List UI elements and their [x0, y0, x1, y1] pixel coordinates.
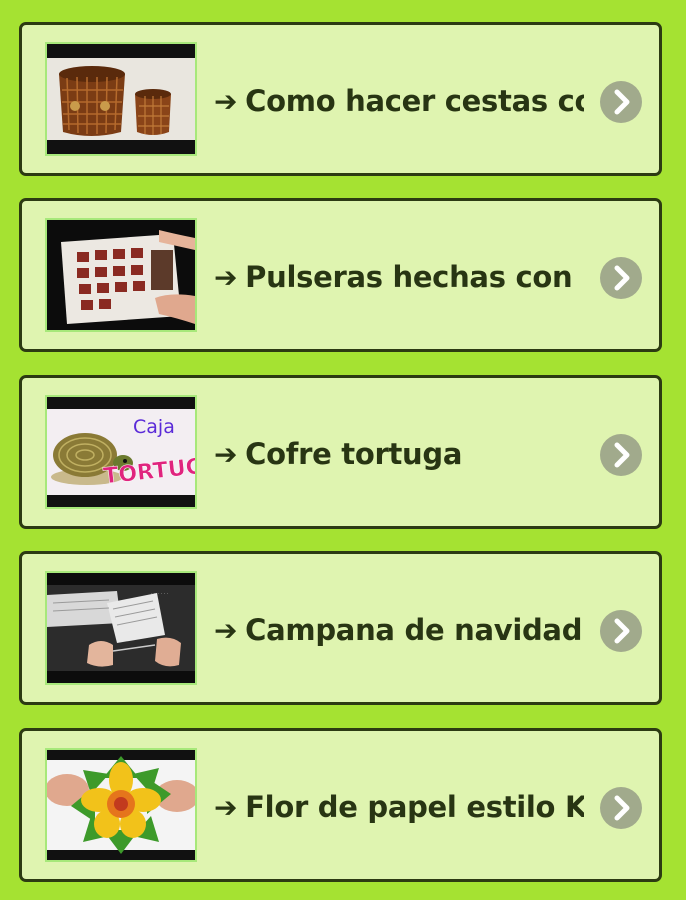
item-title-text: Pulseras hechas con r... [245, 260, 584, 294]
chevron-right-icon[interactable] [600, 610, 642, 652]
arrow-right-icon: ➔ [214, 84, 238, 118]
video-list: ➔ Como hacer cestas co... [0, 0, 686, 900]
item-title[interactable]: ➔ Campana de navidad [214, 604, 584, 656]
arrow-right-icon: ➔ [214, 613, 238, 647]
paper-flower-thumbnail [45, 748, 197, 862]
chevron-right-icon[interactable] [600, 787, 642, 829]
item-title[interactable]: ➔ Como hacer cestas co... [214, 75, 584, 127]
turtle-box-thumbnail: Caja TORTUGA [45, 395, 197, 509]
arrow-right-icon: ➔ [214, 437, 238, 471]
list-item[interactable]: Caja TORTUGA ➔ Cofre tortuga [19, 375, 662, 529]
svg-text:· · · · · ·: · · · · · · [151, 591, 169, 597]
list-item[interactable]: · · · · · · ➔ Campana de navidad [19, 551, 662, 705]
list-item[interactable]: ➔ Pulseras hechas con r... [19, 198, 662, 352]
list-item[interactable]: ➔ Flor de papel estilo Ku... [19, 728, 662, 882]
item-title[interactable]: ➔ Cofre tortuga [214, 428, 584, 480]
chevron-right-icon[interactable] [600, 81, 642, 123]
item-title-text: Campana de navidad [245, 613, 583, 647]
item-title-text: Cofre tortuga [245, 437, 463, 471]
wicker-baskets-thumbnail [45, 42, 197, 156]
item-title-text: Como hacer cestas co... [245, 84, 584, 118]
list-item[interactable]: ➔ Como hacer cestas co... [19, 22, 662, 176]
thumb-caption-caja: Caja [133, 416, 175, 438]
item-title-text: Flor de papel estilo Ku... [245, 790, 584, 824]
chevron-right-icon[interactable] [600, 434, 642, 476]
item-title[interactable]: ➔ Flor de papel estilo Ku... [214, 781, 584, 833]
arrow-right-icon: ➔ [214, 260, 238, 294]
christmas-bell-thumbnail: · · · · · · [45, 571, 197, 685]
chevron-right-icon[interactable] [600, 257, 642, 299]
arrow-right-icon: ➔ [214, 790, 238, 824]
item-title[interactable]: ➔ Pulseras hechas con r... [214, 251, 584, 303]
bracelets-tutorial-thumbnail [45, 218, 197, 332]
